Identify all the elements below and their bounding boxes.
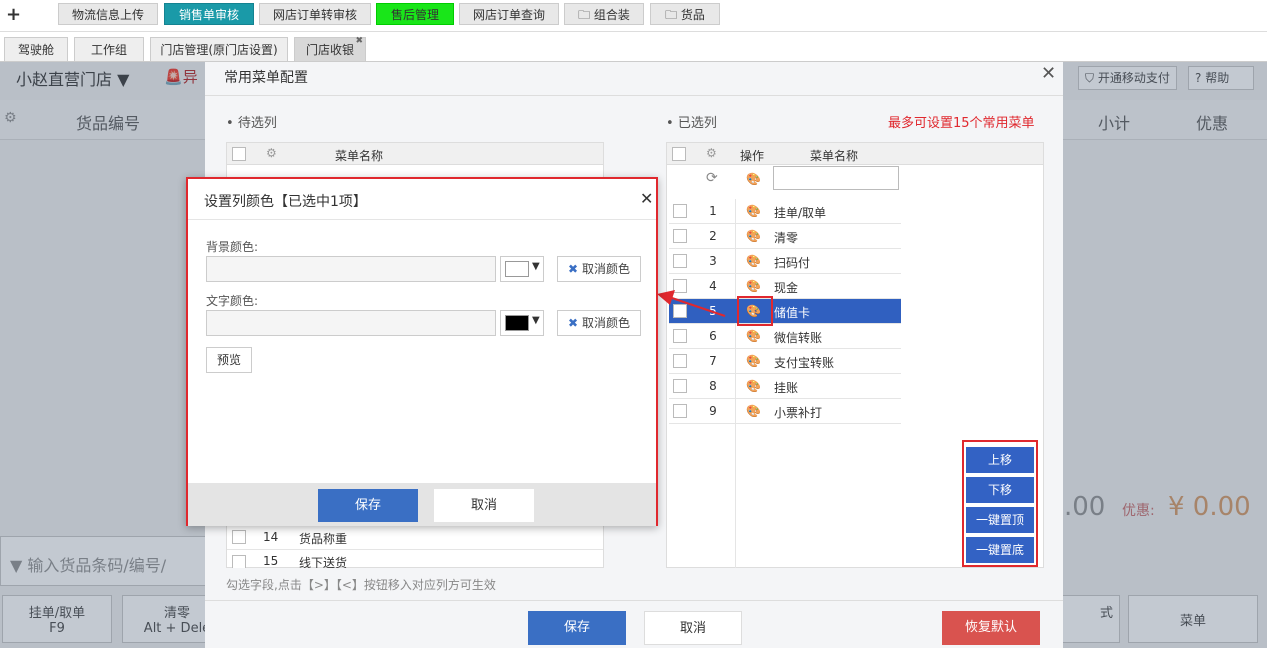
text-swatch [505,315,529,331]
row-checkbox[interactable] [673,329,687,343]
color-cancel-button[interactable]: 取消 [434,489,534,522]
gear-icon[interactable]: ⚙ [706,146,717,160]
palette-icon[interactable]: 🎨 [746,279,761,293]
table-row[interactable]: 2 🎨 清零 [669,224,901,249]
bg-color-label: 背景颜色: [206,240,259,254]
palette-icon[interactable]: 🎨 [746,204,761,218]
row-checkbox[interactable] [673,204,687,218]
list-item[interactable]: 15 线下送货 [227,550,603,568]
subtab-store-management[interactable]: 门店管理(原门店设置) [150,37,288,61]
row-checkbox[interactable] [232,555,246,568]
divider [205,600,1063,601]
folder-icon: 🗀 [578,8,594,22]
table-row[interactable]: 3 🎨 扫码付 [669,249,901,274]
tab-online-order-review[interactable]: 网店订单转审核 [259,3,371,25]
config-hint: 勾选字段,点击【>】【<】按钮移入对应列方可生效 [226,578,496,592]
palette-icon[interactable]: 🎨 [746,229,761,243]
tab-online-order-query[interactable]: 网店订单查询 [459,3,559,25]
row-checkbox[interactable] [673,229,687,243]
menu-config-title: 常用菜单配置 [224,70,308,86]
column-color-dialog: 设置列颜色【已选中1项】 ✕ 背景颜色: ▼ ✖ 取消颜色 文字颜色: ▼ ✖ 取消… [186,177,658,526]
text-color-label: 文字颜色: [206,294,259,308]
tab-combo[interactable]: 🗀 组合装 [564,3,644,25]
close-icon: ✖ [567,262,579,276]
text-color-picker[interactable]: ▼ [500,310,544,336]
text-color-input[interactable] [206,310,496,336]
close-icon[interactable]: ✕ [640,189,653,208]
table-row[interactable]: 9 🎨 小票补打 [669,399,901,424]
config-save-button[interactable]: 保存 [528,611,626,645]
table-row[interactable]: 1 🎨 挂单/取单 [669,199,901,224]
close-icon: ✖ [567,316,579,330]
candidate-section-title: • 待选列 [226,116,277,131]
row-checkbox[interactable] [673,379,687,393]
clear-text-color-button[interactable]: ✖ 取消颜色 [557,310,641,336]
select-all-checkbox[interactable] [672,147,686,161]
move-to-top-button[interactable]: 一键置顶 [966,507,1034,533]
palette-icon[interactable]: 🎨 [746,329,761,343]
divider [188,219,656,220]
dialog-footer [188,483,656,526]
caret-down-icon: ▼ [532,261,540,272]
subtab-workgroup[interactable]: 工作组 [74,37,144,61]
subtab-cockpit[interactable]: 驾驶舱 [4,37,68,61]
selected-section-title: • 已选列 [666,116,717,131]
gear-icon[interactable]: ⚙ [266,146,277,160]
bg-swatch [505,261,529,277]
select-all-checkbox[interactable] [232,147,246,161]
palette-icon[interactable]: 🎨 [746,172,761,186]
color-save-button[interactable]: 保存 [318,489,418,522]
table-row[interactable]: 6 🎨 微信转账 [669,324,901,349]
row-checkbox[interactable] [673,404,687,418]
preview-button[interactable]: 预览 [206,347,252,373]
highlight-box [737,296,773,326]
close-icon[interactable]: ✕ [1041,63,1056,84]
restore-default-button[interactable]: 恢复默认 [942,611,1040,645]
row-checkbox[interactable] [673,254,687,268]
list-item[interactable]: 14 货品称重 [227,525,603,550]
subtab-store-cashier[interactable]: 门店收银 ✖ [294,37,366,61]
col-menu-name: 菜单名称 [335,149,384,163]
clear-bg-color-button[interactable]: ✖ 取消颜色 [557,256,641,282]
folder-icon: 🗀 [665,8,681,22]
palette-icon[interactable]: 🎨 [746,379,761,393]
bg-color-input[interactable] [206,256,496,282]
tab-sales-review[interactable]: 销售单审核 [164,3,254,25]
palette-icon[interactable]: 🎨 [746,254,761,268]
divider [205,95,1063,96]
col-menu-name: 菜单名称 [810,149,859,163]
tab-after-sales[interactable]: 售后管理 [376,3,454,25]
row-checkbox[interactable] [232,530,246,544]
row-checkbox[interactable] [673,354,687,368]
caret-down-icon: ▼ [532,315,540,326]
move-to-bottom-button[interactable]: 一键置底 [966,537,1034,563]
dialog-title: 设置列颜色【已选中1项】 [204,194,367,210]
add-icon[interactable]: + [6,4,21,25]
tab-logistics-upload[interactable]: 物流信息上传 [58,3,158,25]
bg-color-picker[interactable]: ▼ [500,256,544,282]
table-row[interactable]: 8 🎨 挂账 [669,374,901,399]
palette-icon[interactable]: 🎨 [746,354,761,368]
move-down-button[interactable]: 下移 [966,477,1034,503]
candidate-grid-header [227,143,603,165]
limit-note: 最多可设置15个常用菜单 [888,116,1035,131]
refresh-icon[interactable]: ⟳ [706,170,718,186]
tab-goods[interactable]: 🗀 货品 [650,3,720,25]
col-operation: 操作 [740,149,765,163]
close-icon[interactable]: ✖ [355,37,363,46]
config-cancel-button[interactable]: 取消 [644,611,742,645]
name-filter-input[interactable] [773,166,899,190]
move-up-button[interactable]: 上移 [966,447,1034,473]
palette-icon[interactable]: 🎨 [746,404,761,418]
annotation-arrow [657,290,726,317]
table-row[interactable]: 7 🎨 支付宝转账 [669,349,901,374]
